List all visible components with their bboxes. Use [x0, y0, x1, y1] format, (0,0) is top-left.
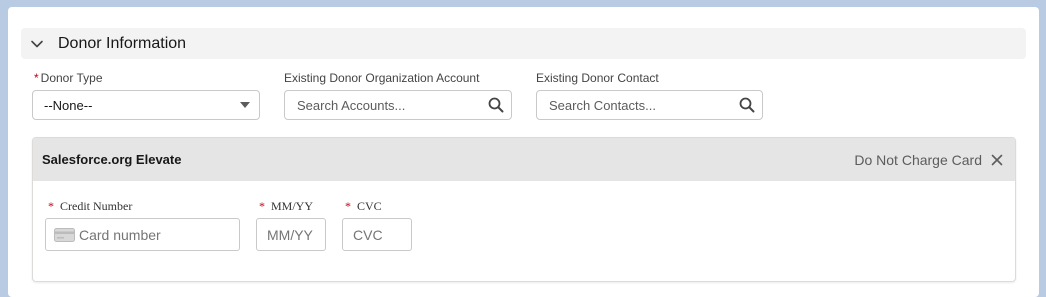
do-not-charge-card-button[interactable]: Do Not Charge Card: [854, 152, 1003, 168]
elevate-title: Salesforce.org Elevate: [42, 152, 182, 167]
expiry-field[interactable]: [256, 218, 326, 251]
search-icon[interactable]: [487, 96, 505, 114]
cvc-label: * CVC: [345, 199, 382, 213]
donor-type-value: --None--: [44, 97, 93, 113]
credit-number-field[interactable]: [45, 218, 240, 251]
credit-number-input[interactable]: [75, 226, 239, 243]
search-icon[interactable]: [738, 96, 756, 114]
expiry-input[interactable]: [257, 226, 325, 243]
donor-contact-label: Existing Donor Contact: [536, 71, 659, 85]
dropdown-caret-icon: [240, 102, 250, 108]
elevate-payment-panel: Salesforce.org Elevate Do Not Charge Car…: [32, 137, 1016, 282]
donor-contact-lookup[interactable]: [536, 90, 763, 120]
credit-card-icon: [54, 227, 75, 242]
org-account-label: Existing Donor Organization Account: [284, 71, 480, 85]
org-account-search-input[interactable]: [285, 96, 487, 114]
donor-type-label: * Donor Type: [34, 71, 103, 85]
section-title: Donor Information: [58, 34, 187, 52]
section-header-donor-information[interactable]: Donor Information: [21, 28, 1026, 59]
cvc-field[interactable]: [342, 218, 412, 251]
chevron-down-icon[interactable]: [29, 36, 45, 52]
credit-number-label: * Credit Number: [48, 199, 133, 213]
close-icon[interactable]: [991, 154, 1003, 166]
expiry-label: * MM/YY: [259, 199, 314, 213]
elevate-header: Salesforce.org Elevate Do Not Charge Car…: [33, 138, 1015, 181]
donor-type-select[interactable]: --None--: [32, 90, 260, 120]
donor-information-card: Donor Information * Donor Type --None-- E…: [8, 7, 1039, 297]
do-not-charge-card-label: Do Not Charge Card: [854, 151, 982, 168]
cvc-input[interactable]: [343, 226, 411, 243]
required-marker: *: [34, 71, 39, 85]
donor-contact-search-input[interactable]: [537, 96, 738, 114]
org-account-lookup[interactable]: [284, 90, 512, 120]
